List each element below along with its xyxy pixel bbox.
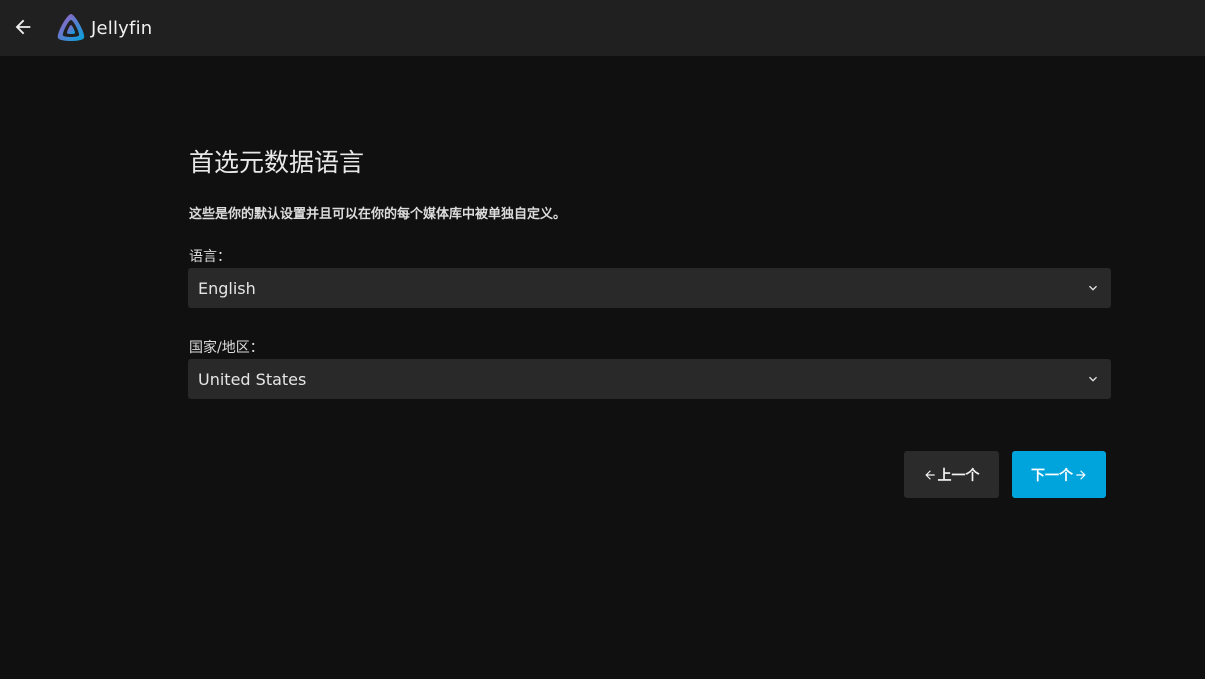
page-title: 首选元数据语言 [189, 148, 365, 177]
back-button[interactable] [8, 12, 38, 42]
arrow-left-icon [924, 469, 935, 480]
next-button[interactable]: 下一个 [1012, 451, 1106, 498]
arrow-right-icon [1076, 469, 1086, 480]
previous-button-label: 上一个 [937, 467, 980, 484]
arrow-left-icon [15, 19, 31, 35]
language-select-value: English [198, 278, 256, 298]
app-header: Jellyfin [0, 0, 1205, 56]
language-select[interactable]: English [188, 268, 1111, 308]
jellyfin-logo-icon [57, 14, 85, 41]
country-select-value: United States [198, 369, 307, 389]
next-button-label: 下一个 [1031, 467, 1073, 484]
chevron-down-icon [1089, 285, 1097, 291]
country-select[interactable]: United States [188, 359, 1111, 399]
page-description: 这些是你的默认设置并且可以在你的每个媒体库中被单独自定义。 [189, 207, 567, 222]
app-name: Jellyfin [91, 17, 153, 39]
previous-button[interactable]: 上一个 [904, 451, 999, 498]
brand[interactable]: Jellyfin [55, 12, 152, 44]
language-label: 语言： [189, 249, 231, 265]
chevron-down-icon [1089, 376, 1097, 382]
country-label: 国家/地区： [189, 340, 264, 356]
